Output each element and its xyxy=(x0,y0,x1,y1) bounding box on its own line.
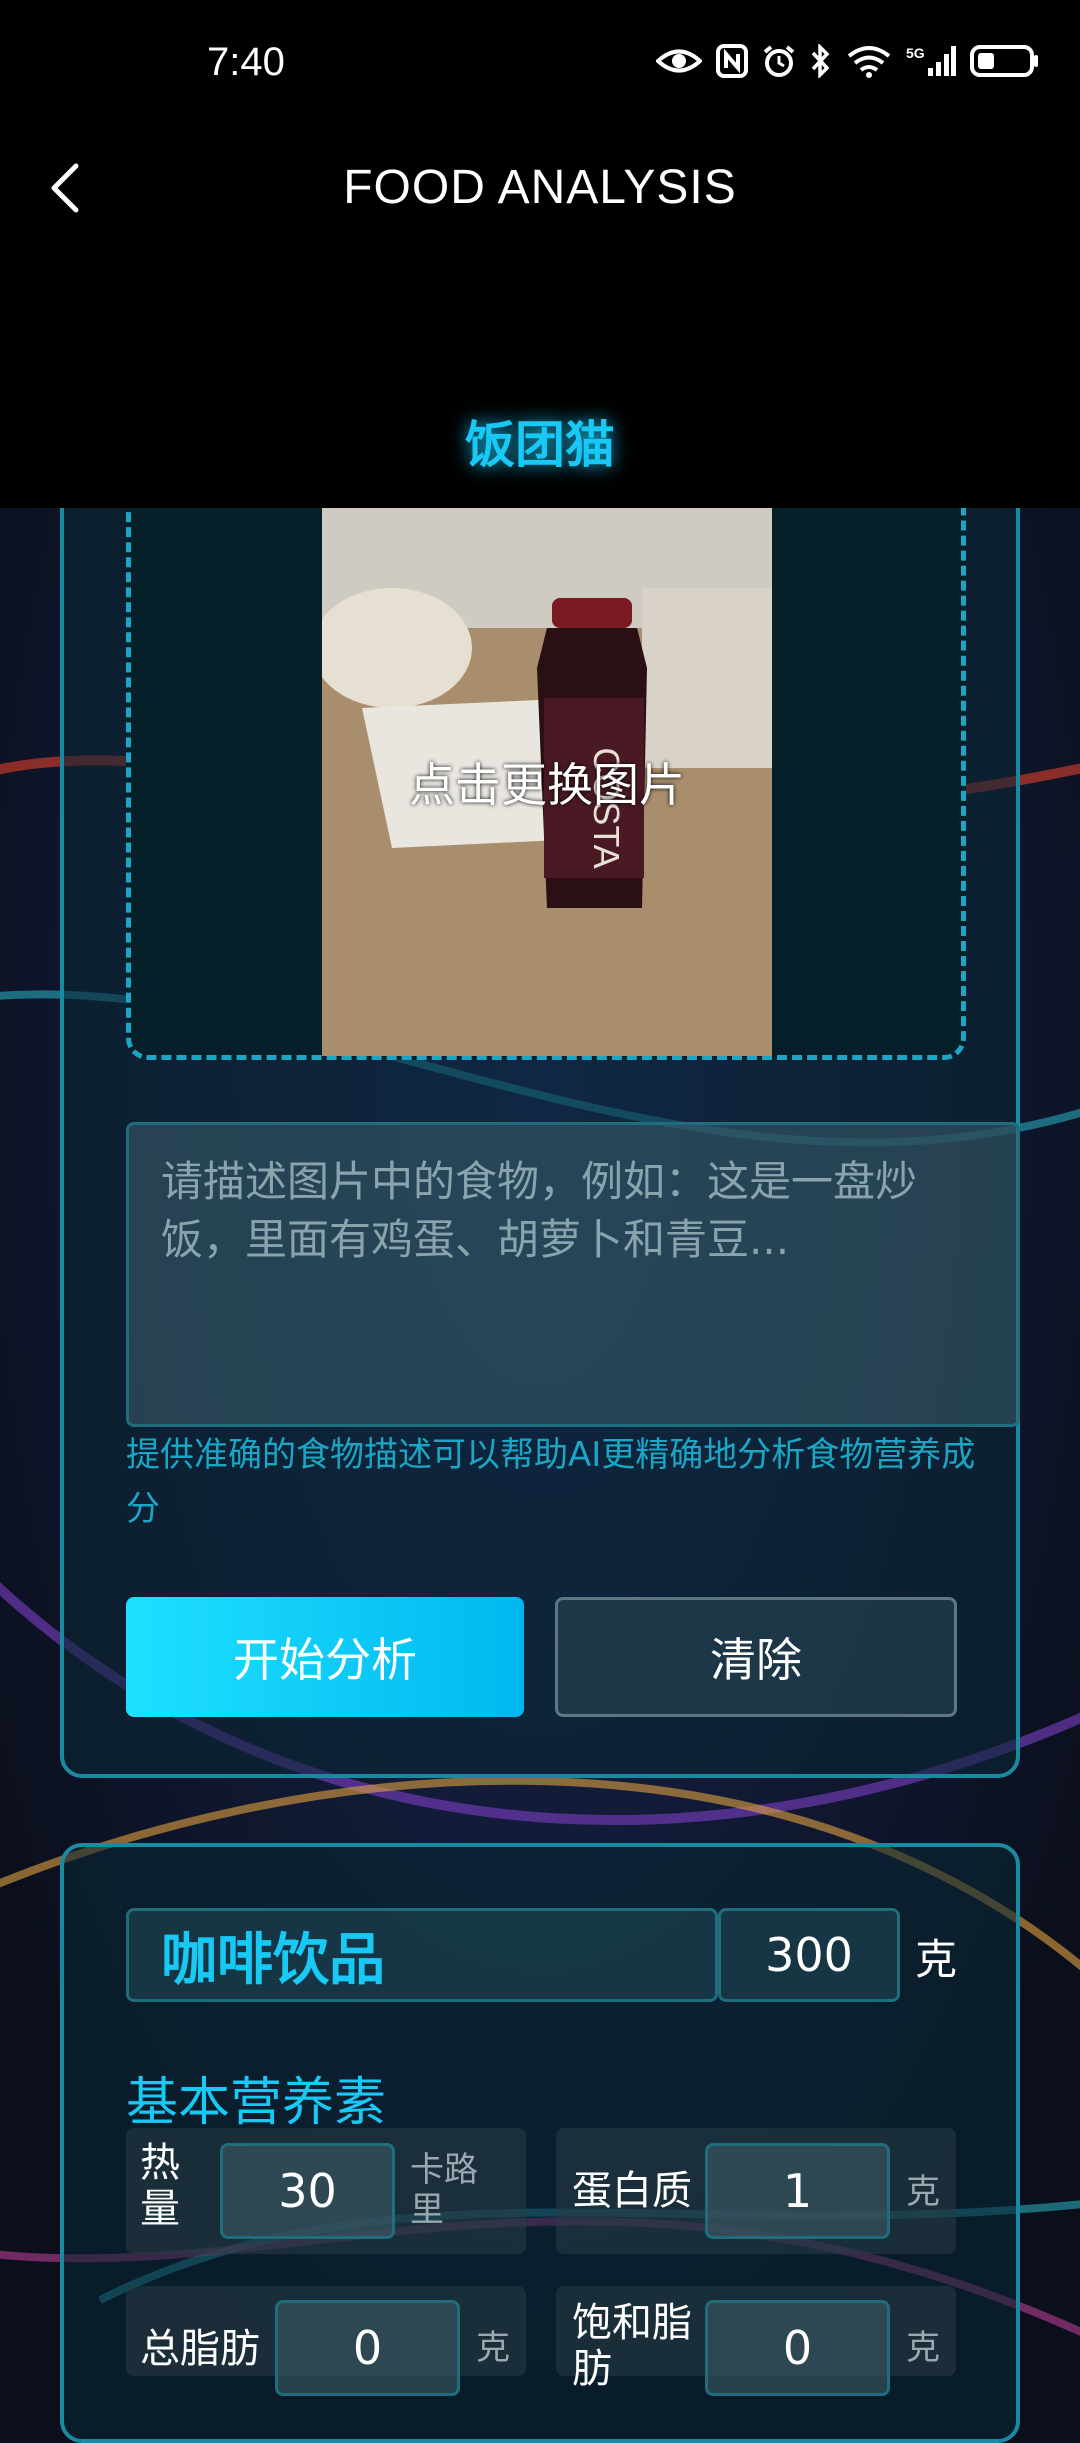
section-title-basic-nutrients: 基本营养素 xyxy=(126,2073,387,2133)
nutrient-protein-value: 1 xyxy=(782,2164,813,2218)
clear-button[interactable]: 清除 xyxy=(555,1597,957,1717)
food-description-input[interactable]: 请描述图片中的食物，例如：这是一盘炒饭，里面有鸡蛋、胡萝卜和青豆... xyxy=(126,1122,1020,1427)
battery-icon xyxy=(970,45,1038,77)
nutrient-calories-input[interactable]: 30 xyxy=(220,2143,395,2239)
food-name-field[interactable]: 咖啡饮品 xyxy=(126,1908,718,2002)
signal-5g-icon: 5G xyxy=(906,45,956,76)
status-icons: 5G xyxy=(656,44,1040,78)
description-placeholder: 请描述图片中的食物，例如：这是一盘炒饭，里面有鸡蛋、胡萝卜和青豆... xyxy=(161,1157,918,1264)
brand-title: 饭团猫 xyxy=(465,416,615,474)
nfc-icon xyxy=(716,44,748,78)
nutrient-total-fat-label: 总脂肪 xyxy=(140,2326,260,2372)
svg-text:5G: 5G xyxy=(906,45,925,61)
nutrient-protein-label: 蛋白质 xyxy=(572,2168,692,2214)
start-analysis-label: 开始分析 xyxy=(233,1633,417,1687)
food-photo[interactable]: COSTA 点击更换图片 xyxy=(322,508,772,1056)
food-name-value: 咖啡饮品 xyxy=(161,1927,385,1993)
weight-input[interactable]: 300 xyxy=(718,1908,900,2002)
svg-text:COSTA: COSTA xyxy=(586,747,627,868)
wifi-icon xyxy=(847,46,891,78)
nutrient-total-fat-input[interactable]: 0 xyxy=(275,2300,460,2396)
nutrient-calories-unit: 卡路里 xyxy=(410,2150,478,2230)
weight-unit: 克 xyxy=(915,1935,958,1984)
nutrient-saturated-fat-label: 饱和脂肪 xyxy=(572,2300,692,2392)
nutrient-saturated-fat-unit: 克 xyxy=(906,2328,940,2368)
top-bar: 7:40 5G FOOD ANALYSIS 饭团猫 xyxy=(0,0,1080,508)
eye-icon xyxy=(656,49,702,73)
nutrient-saturated-fat-value: 0 xyxy=(782,2321,813,2375)
clear-label: 清除 xyxy=(710,1633,802,1687)
nutrient-total-fat-value: 0 xyxy=(352,2321,383,2375)
alarm-icon xyxy=(763,45,795,77)
bluetooth-icon xyxy=(811,44,830,78)
nutrient-saturated-fat-input[interactable]: 0 xyxy=(705,2300,890,2396)
page-title: FOOD ANALYSIS xyxy=(343,161,737,214)
nutrient-total-fat-unit: 克 xyxy=(476,2328,510,2368)
description-hint: 提供准确的食物描述可以帮助AI更精确地分析食物营养成分 xyxy=(126,1435,976,1529)
weight-value: 300 xyxy=(765,1928,853,1982)
nutrient-calories-value: 30 xyxy=(278,2164,337,2218)
nutrient-protein-input[interactable]: 1 xyxy=(705,2143,890,2239)
status-time: 7:40 xyxy=(207,40,285,84)
food-photo-image: COSTA xyxy=(322,508,772,1056)
nutrient-calories-label: 热量 xyxy=(140,2140,180,2232)
nutrient-protein-unit: 克 xyxy=(906,2172,940,2212)
start-analysis-button[interactable]: 开始分析 xyxy=(126,1597,524,1717)
